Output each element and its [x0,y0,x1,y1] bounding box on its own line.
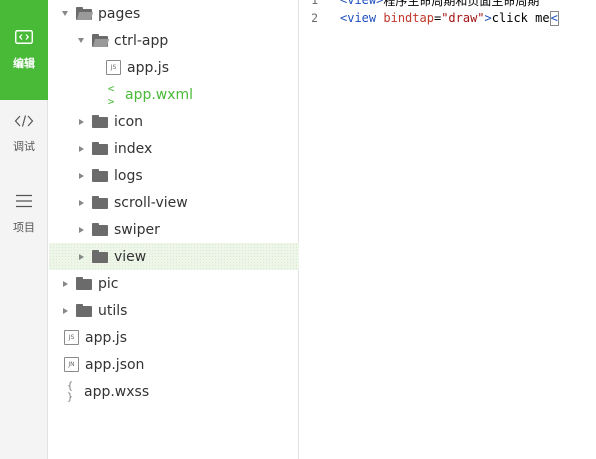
tree-item-label: app.wxml [125,86,194,103]
folder-icon [92,142,108,155]
js-file-icon: JS [64,330,79,345]
tree-item-label: app.js [85,329,127,346]
tree-folder-swiper[interactable]: swiper [49,216,299,243]
activity-edit-button[interactable]: 编辑 [0,0,48,100]
js-file-icon: JS [106,60,121,75]
activity-bar: 编辑 调试 项目 [0,0,48,459]
tree-folder-icon[interactable]: icon [49,108,299,135]
code-icon [15,29,33,49]
chevron-right-icon[interactable] [60,306,70,316]
tree-item-label: swiper [114,221,160,238]
tree-folder-pages[interactable]: pages [49,0,299,27]
tree-folder-utils[interactable]: utils [49,297,299,324]
tree-file-app-wxml[interactable]: < > app.wxml [49,81,299,108]
line-number: 2 [311,11,318,25]
line-number: 1 [311,0,318,7]
tree-file-app-wxss[interactable]: { } app.wxss [49,378,299,405]
tree-file-app-js[interactable]: JS app.js [49,54,299,81]
chevron-right-icon[interactable] [76,117,86,127]
css-file-icon: { } [66,380,74,403]
code-token-punct: > [484,11,492,25]
folder-icon [76,304,92,317]
code-token-punct: < [340,11,348,25]
folder-open-icon [76,7,94,20]
folder-open-icon [92,34,110,47]
folder-icon [92,250,108,263]
tree-folder-pic[interactable]: pic [49,270,299,297]
tree-item-label: icon [114,113,144,130]
folder-icon [92,223,108,236]
code-token-text: click me [491,11,550,25]
tree-folder-scroll-view[interactable]: scroll-view [49,189,299,216]
tree-folder-logs[interactable]: logs [49,162,299,189]
text-cursor: < [549,10,559,26]
chevron-right-icon[interactable] [60,279,70,289]
json-file-icon: JN [64,357,79,372]
chevron-right-icon[interactable] [76,225,86,235]
code-file-icon: < > [107,81,115,108]
folder-icon [92,115,108,128]
chevron-right-icon[interactable] [76,252,86,262]
tree-folder-view[interactable]: view [49,243,299,270]
menu-icon [15,194,33,213]
folder-icon [76,277,92,290]
tree-folder-ctrl-app[interactable]: ctrl-app [49,27,299,54]
chevron-right-icon[interactable] [76,198,86,208]
activity-debug-label: 调试 [13,140,35,153]
code-token-tag: view [347,11,377,25]
file-tree: pages ctrl-app JS app.js < > app.wxml ic… [49,0,299,459]
tree-item-label: pages [98,5,141,22]
code-token-attr: bindtap [383,11,434,25]
tree-item-label: app.wxss [84,383,150,400]
tree-item-label: pic [98,275,119,292]
code-token-string: "draw" [441,11,485,25]
tree-folder-index[interactable]: index [49,135,299,162]
code-token-punct: > [376,0,384,7]
code-line: 2 < view bindtap = "draw" > click me < [300,9,559,27]
tree-item-label: ctrl-app [114,32,169,49]
chevron-down-icon[interactable] [60,9,70,19]
code-editor[interactable]: 1 < view > 程序生命周期和页面生命周期 2 < view bindtap = "d… [300,0,596,459]
tree-item-label: index [114,140,153,157]
tree-item-label: scroll-view [114,194,188,211]
code-token-eq: = [433,11,442,25]
code-token-text: 程序生命周期和页面生命周期 [383,0,540,8]
activity-debug-button[interactable]: 调试 [0,114,48,164]
chevron-right-icon[interactable] [76,171,86,181]
tree-item-label: view [114,248,147,265]
code-token-tag: view [347,0,377,7]
activity-project-label: 项目 [13,221,35,234]
activity-project-button[interactable]: 项目 [0,194,48,244]
activity-edit-label: 编辑 [13,56,35,70]
tree-item-label: logs [114,167,143,184]
code-token-punct: < [340,0,348,7]
tree-item-label: app.js [127,59,169,76]
chevron-down-icon[interactable] [76,36,86,46]
chevron-right-icon[interactable] [76,144,86,154]
tree-item-label: utils [98,302,128,319]
tree-item-label: app.json [85,356,145,373]
folder-icon [92,169,108,182]
tree-file-app-js-root[interactable]: JS app.js [49,324,299,351]
debug-icon [14,114,34,132]
folder-icon [92,196,108,209]
code-line: 1 < view > 程序生命周期和页面生命周期 [300,0,539,9]
tree-file-app-json[interactable]: JN app.json [49,351,299,378]
